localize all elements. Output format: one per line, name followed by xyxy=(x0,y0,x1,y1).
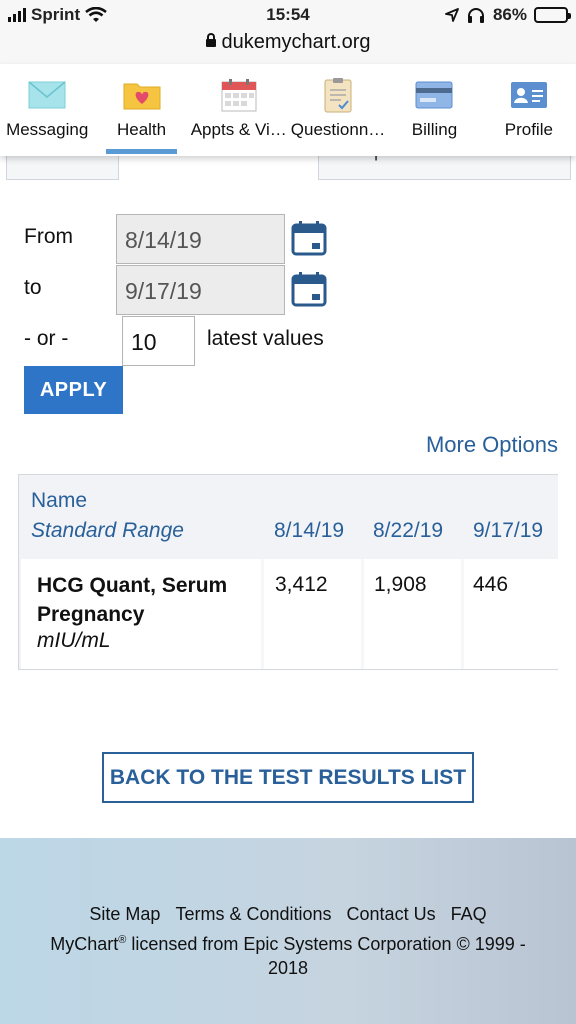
nav-questionnaires[interactable]: Questionn… xyxy=(289,64,388,156)
site-map-link[interactable]: Site Map xyxy=(89,904,160,924)
date-header: 8/22/19 xyxy=(373,519,444,542)
copyright-brand: MyChart xyxy=(50,934,119,954)
more-options-link[interactable]: More Options xyxy=(426,432,558,458)
faq-link[interactable]: FAQ xyxy=(451,904,487,924)
date-header: 8/14/19 xyxy=(274,519,345,542)
battery-percent: 86% xyxy=(492,5,527,24)
results-table: Name Standard Range 8/14/19 8/22/19 9/17… xyxy=(18,474,559,670)
battery-icon xyxy=(534,7,571,23)
test-unit: mIU/mL xyxy=(37,629,111,652)
result-value: 3,412 xyxy=(275,573,328,596)
result-value: 446 xyxy=(473,573,509,596)
standard-range-header: Standard Range xyxy=(31,519,184,542)
footer-links: Site Map Terms & Conditions Contact Us F… xyxy=(0,904,576,925)
nav-health-label: Health xyxy=(116,120,167,139)
latest-values-label: latest values xyxy=(207,327,324,350)
nav-profile[interactable]: Profile xyxy=(482,64,576,156)
nav-questionnaires-label: Questionn… xyxy=(290,120,386,139)
folder-heart-icon xyxy=(123,83,161,110)
back-to-results-button[interactable]: BACK TO THE TEST RESULTS LIST xyxy=(102,752,474,803)
test-name-line1: HCG Quant, Serum xyxy=(37,574,228,597)
calendar-icon xyxy=(221,79,257,112)
headphones-icon xyxy=(467,8,484,23)
to-date-field[interactable]: 9/17/19 xyxy=(116,265,285,315)
url-bar[interactable]: dukemychart.org xyxy=(0,30,576,64)
terms-link[interactable]: Terms & Conditions xyxy=(175,904,331,924)
test-name: HCG Quant, Serum Pregnancy xyxy=(37,571,227,629)
credit-card-icon xyxy=(415,81,453,109)
date-header: 9/17/19 xyxy=(473,519,544,542)
contact-us-link[interactable]: Contact Us xyxy=(347,904,436,924)
nav-appointments-label: Appts & Vi… xyxy=(190,120,287,139)
nav-billing[interactable]: Billing xyxy=(387,64,481,156)
location-icon xyxy=(445,8,459,22)
lock-icon xyxy=(205,33,216,47)
status-bar: Sprint 15:54 86% xyxy=(0,0,576,30)
id-card-icon xyxy=(510,82,547,108)
apply-button[interactable]: APPLY xyxy=(24,366,123,414)
from-date-field[interactable]: 8/14/19 xyxy=(116,214,285,264)
to-calendar-icon[interactable] xyxy=(291,271,327,307)
nav-messaging[interactable]: Messaging xyxy=(0,64,94,156)
nav-appointments[interactable]: Appts & Vi… xyxy=(189,64,289,156)
status-right: 86% xyxy=(445,5,571,25)
from-label: From xyxy=(24,225,73,248)
or-label: - or - xyxy=(24,327,69,350)
main-nav: Messaging Health Appts & Vi… Questionn… … xyxy=(0,64,576,156)
from-calendar-icon[interactable] xyxy=(291,220,327,256)
nav-profile-label: Profile xyxy=(504,120,553,139)
envelope-icon xyxy=(28,81,66,109)
name-header: Name xyxy=(31,489,88,512)
copyright-rest: licensed from Epic Systems Corporation ©… xyxy=(126,934,526,978)
footer: Site Map Terms & Conditions Contact Us F… xyxy=(0,838,576,1024)
url-text: dukemychart.org xyxy=(221,31,371,53)
nav-health[interactable]: Health xyxy=(94,64,188,156)
to-label: to xyxy=(24,276,42,299)
nav-billing-label: Billing xyxy=(411,120,458,139)
nav-messaging-label: Messaging xyxy=(6,120,89,139)
latest-count-field[interactable]: 10 xyxy=(122,316,195,366)
clipboard-icon xyxy=(324,78,352,113)
result-value: 1,908 xyxy=(374,573,427,596)
copyright-text: MyChart® licensed from Epic Systems Corp… xyxy=(40,928,536,980)
test-name-line2: Pregnancy xyxy=(37,603,145,626)
